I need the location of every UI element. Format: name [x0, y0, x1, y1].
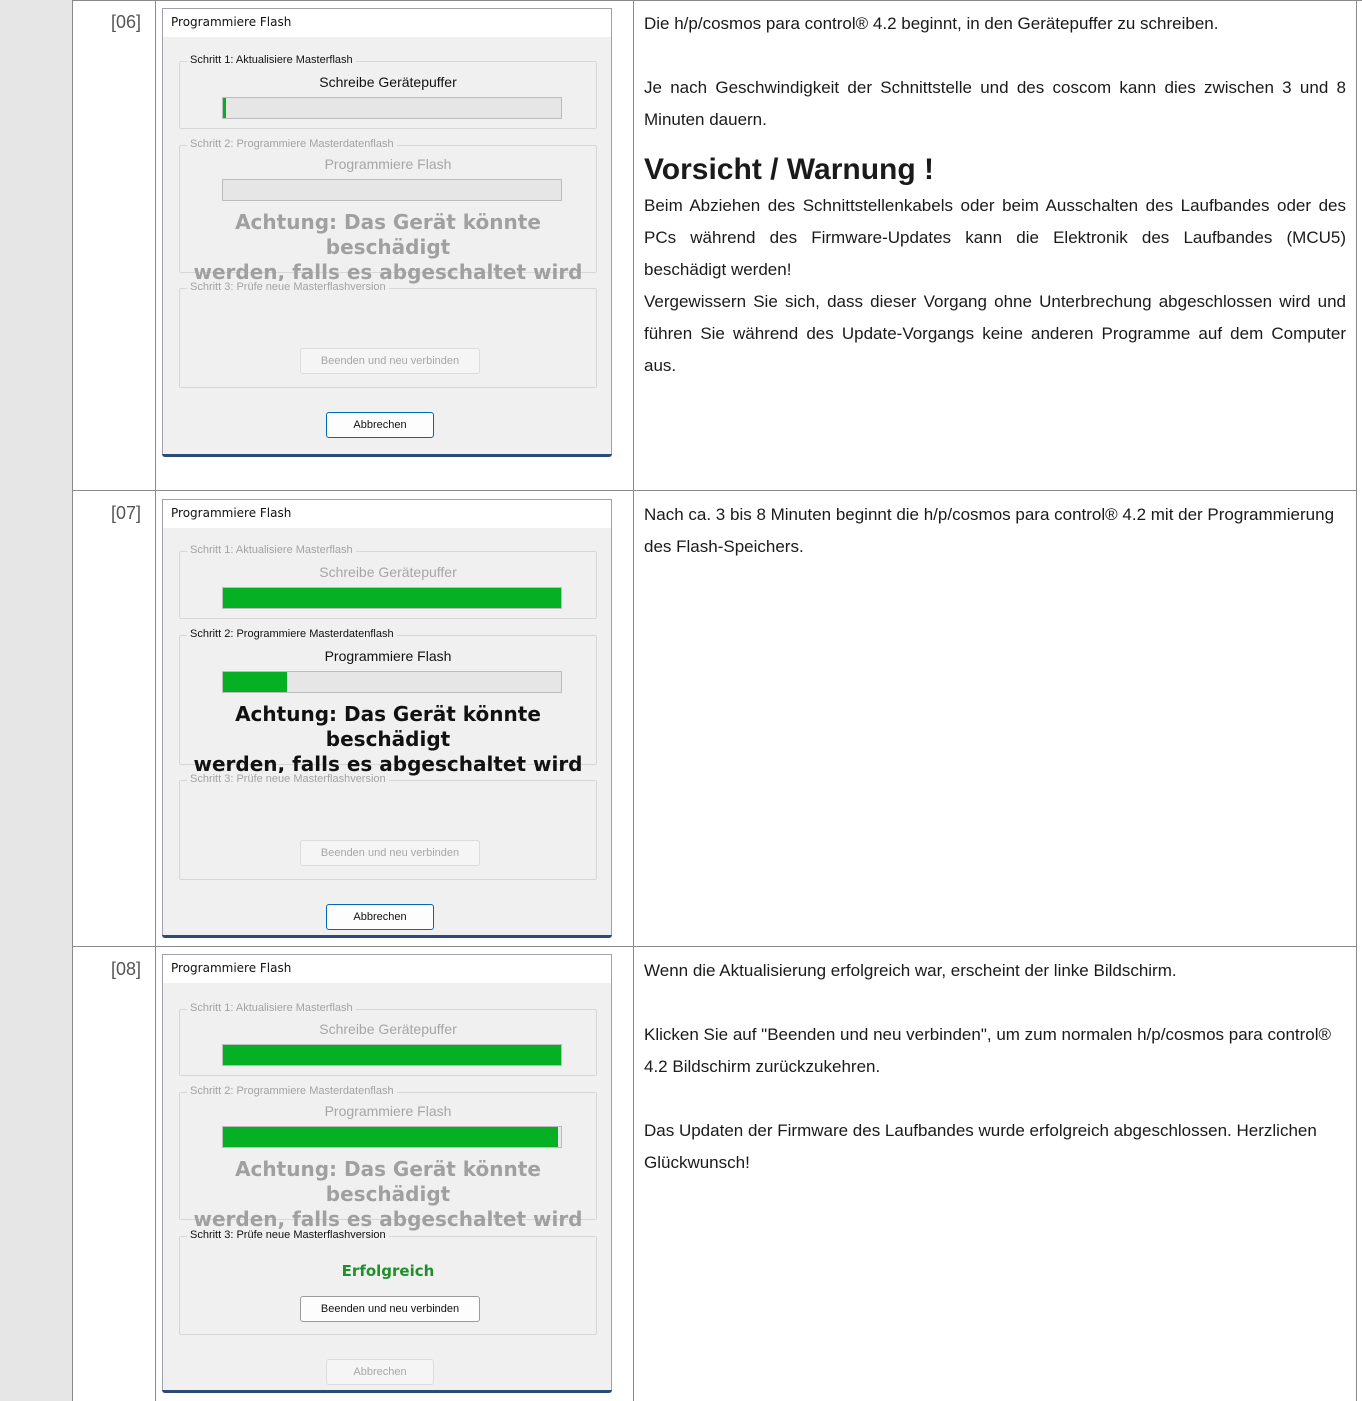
warning-line-1: Achtung: Das Gerät könnte beschädigt	[235, 702, 541, 751]
description-cell: Die h/p/cosmos para control® 4.2 beginnt…	[634, 0, 1357, 490]
step3-label: Schritt 3: Prüfe neue Masterflashversion	[187, 773, 389, 785]
paragraph: Beim Abziehen des Schnittstellenkabels o…	[644, 196, 1346, 279]
step-cell: [07]	[73, 491, 156, 946]
description-cell: Wenn die Aktualisierung erfolgreich war,…	[634, 947, 1357, 1401]
step2-caption: Programmiere Flash	[324, 1103, 452, 1119]
step2-group: Schritt 2: Programmiere Masterdatenflash…	[179, 138, 597, 284]
step1-progress-fill	[223, 588, 561, 608]
dialog-bottom-edge	[162, 935, 612, 938]
flash-dialog: Programmiere Flash Schritt 1: Aktualisie…	[162, 8, 612, 457]
step3-label: Schritt 3: Prüfe neue Masterflashversion	[187, 1229, 389, 1241]
table-row-07: [07] Programmiere Flash Schritt 1: Aktua…	[73, 491, 1357, 947]
table-row-06: [06] Programmiere Flash Schritt 1: Aktua…	[73, 0, 1357, 491]
screenshot-cell: Programmiere Flash Schritt 1: Aktualisie…	[156, 491, 634, 946]
step2-label: Schritt 2: Programmiere Masterdatenflash	[187, 138, 397, 150]
finish-reconnect-button[interactable]: Beenden und neu verbinden	[300, 840, 480, 866]
cancel-button[interactable]: Abbrechen	[326, 412, 434, 438]
warning-heading: Vorsicht / Warnung !	[644, 153, 934, 186]
step2-progress-bar	[222, 1126, 562, 1148]
finish-reconnect-button[interactable]: Beenden und neu verbinden	[300, 348, 480, 374]
step-number: [07]	[110, 503, 141, 523]
step1-progress-bar	[222, 587, 562, 609]
dialog-bottom-edge	[162, 1390, 612, 1393]
screenshot-cell: Programmiere Flash Schritt 1: Aktualisie…	[156, 0, 634, 490]
damage-warning: Achtung: Das Gerät könnte beschädigt wer…	[180, 210, 596, 285]
paragraph: Die h/p/cosmos para control® 4.2 beginnt…	[644, 14, 1219, 33]
step-cell: [06]	[73, 0, 156, 490]
dialog-title: Programmiere Flash	[163, 955, 611, 983]
paragraph: Das Updaten der Firmware des Laufbandes …	[644, 1121, 1317, 1172]
description-cell: Nach ca. 3 bis 8 Minuten beginnt die h/p…	[634, 491, 1357, 946]
step1-caption: Schreibe Gerätepuffer	[319, 74, 457, 90]
step1-label: Schritt 1: Aktualisiere Masterflash	[187, 54, 356, 66]
step2-label: Schritt 2: Programmiere Masterdatenflash	[187, 628, 397, 640]
damage-warning: Achtung: Das Gerät könnte beschädigt wer…	[180, 1157, 596, 1232]
table-row-08: [08] Programmiere Flash Schritt 1: Aktua…	[73, 947, 1357, 1401]
screenshot-cell: Programmiere Flash Schritt 1: Aktualisie…	[156, 947, 634, 1401]
step1-progress-fill	[223, 1045, 561, 1065]
step2-group: Schritt 2: Programmiere Masterdatenflash…	[179, 628, 597, 776]
step2-progress-bar	[222, 671, 562, 693]
success-status: Erfolgreich	[341, 1262, 435, 1280]
step2-caption: Programmiere Flash	[324, 648, 452, 664]
step3-group: Schritt 3: Prüfe neue Masterflashversion…	[179, 281, 597, 388]
flash-dialog: Programmiere Flash Schritt 1: Aktualisie…	[162, 954, 612, 1393]
step2-caption: Programmiere Flash	[324, 156, 452, 172]
cancel-button[interactable]: Abbrechen	[326, 1359, 434, 1385]
finish-reconnect-button[interactable]: Beenden und neu verbinden	[300, 1296, 480, 1322]
step-number: [08]	[110, 959, 141, 979]
step1-group: Schritt 1: Aktualisiere Masterflash Schr…	[179, 1002, 597, 1076]
step2-group: Schritt 2: Programmiere Masterdatenflash…	[179, 1085, 597, 1231]
paragraph: Nach ca. 3 bis 8 Minuten beginnt die h/p…	[644, 505, 1335, 556]
step1-group: Schritt 1: Aktualisiere Masterflash Schr…	[179, 544, 597, 619]
step-cell: [08]	[73, 947, 156, 1401]
step3-label: Schritt 3: Prüfe neue Masterflashversion	[187, 281, 389, 293]
step1-caption: Schreibe Gerätepuffer	[319, 1021, 457, 1037]
step1-progress-bar	[222, 97, 562, 119]
paragraph: Vergewissern Sie sich, dass dieser Vorga…	[644, 292, 1346, 375]
step1-label: Schritt 1: Aktualisiere Masterflash	[187, 1002, 356, 1014]
step2-progress-bar	[222, 179, 562, 201]
step1-label: Schritt 1: Aktualisiere Masterflash	[187, 544, 356, 556]
warning-line-1: Achtung: Das Gerät könnte beschädigt	[235, 1157, 541, 1206]
dialog-title: Programmiere Flash	[163, 9, 611, 37]
warning-line-1: Achtung: Das Gerät könnte beschädigt	[235, 210, 541, 259]
step2-label: Schritt 2: Programmiere Masterdatenflash	[187, 1085, 397, 1097]
step1-caption: Schreibe Gerätepuffer	[319, 564, 457, 580]
paragraph: Klicken Sie auf "Beenden und neu verbind…	[644, 1025, 1332, 1076]
step1-group: Schritt 1: Aktualisiere Masterflash Schr…	[179, 54, 597, 129]
flash-dialog: Programmiere Flash Schritt 1: Aktualisie…	[162, 499, 612, 938]
step3-group: Schritt 3: Prüfe neue Masterflashversion…	[179, 773, 597, 880]
paragraph: Je nach Geschwindigkeit der Schnittstell…	[644, 78, 1346, 129]
step3-group: Schritt 3: Prüfe neue Masterflashversion…	[179, 1229, 597, 1335]
left-margin-column	[0, 0, 73, 1401]
step-number: [06]	[110, 12, 141, 32]
step2-progress-fill	[223, 1127, 558, 1147]
cancel-button[interactable]: Abbrechen	[326, 904, 434, 930]
paragraph: Wenn die Aktualisierung erfolgreich war,…	[644, 961, 1177, 980]
step1-progress-fill	[223, 98, 226, 118]
dialog-title: Programmiere Flash	[163, 500, 611, 528]
dialog-bottom-edge	[162, 454, 612, 457]
step1-progress-bar	[222, 1044, 562, 1066]
damage-warning: Achtung: Das Gerät könnte beschädigt wer…	[180, 702, 596, 777]
step2-progress-fill	[223, 672, 288, 692]
